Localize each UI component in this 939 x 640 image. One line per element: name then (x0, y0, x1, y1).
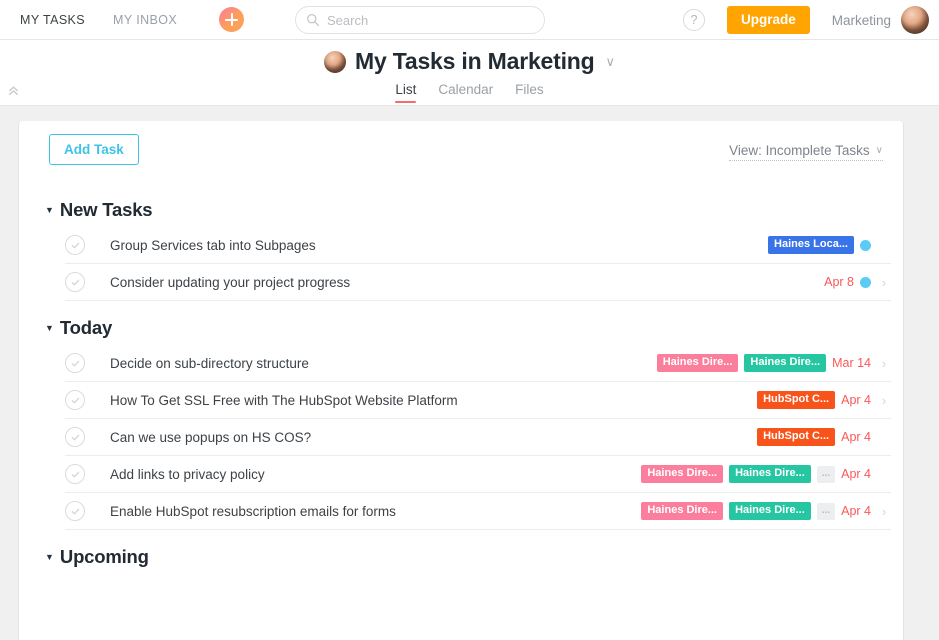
task-row-meta: Haines Loca...› (768, 227, 891, 263)
task-tag[interactable]: Haines Dire... (641, 465, 723, 483)
title-row: My Tasks in Marketing ∨ (0, 40, 939, 75)
search-box[interactable] (295, 6, 545, 34)
task-name: Group Services tab into Subpages (110, 238, 316, 253)
search-input[interactable] (327, 13, 522, 28)
section-title: New Tasks (60, 199, 152, 221)
user-avatar[interactable] (901, 6, 929, 34)
add-task-button[interactable]: Add Task (49, 134, 139, 165)
view-filter-dropdown[interactable]: View: Incomplete Tasks ∨ (729, 143, 883, 161)
topbar-right-group: ? Upgrade Marketing (683, 0, 929, 40)
task-name: Can we use popups on HS COS? (110, 430, 311, 445)
task-tag[interactable]: Haines Dire... (641, 502, 723, 520)
task-row-meta: Haines Dire...Haines Dire......Apr 4› (641, 456, 891, 492)
task-due-date[interactable]: Apr 4 (841, 430, 871, 444)
upgrade-button[interactable]: Upgrade (727, 6, 810, 34)
caret-down-icon: ▼ (45, 324, 54, 333)
section-title: Today (60, 317, 112, 339)
task-tag[interactable]: HubSpot C... (757, 391, 835, 409)
tab-calendar[interactable]: Calendar (438, 82, 493, 103)
task-status-dot-icon (860, 277, 871, 288)
task-row[interactable]: Decide on sub-directory structure Haines … (65, 345, 891, 382)
add-icon-button[interactable] (219, 7, 244, 32)
task-row[interactable]: How To Get SSL Free with The HubSpot Web… (65, 382, 891, 419)
top-navigation-bar: MY TASKS MY INBOX ? Upgrade Marketing (0, 0, 939, 40)
tab-list[interactable]: List (395, 82, 416, 103)
chevron-right-icon[interactable]: › (877, 504, 891, 519)
section-spacer (19, 301, 903, 311)
task-complete-checkbox[interactable] (65, 501, 85, 521)
task-due-date[interactable]: Mar 14 (832, 356, 871, 370)
task-due-date[interactable]: Apr 8 (824, 275, 854, 289)
task-row[interactable]: Group Services tab into Subpages Haines L… (65, 227, 891, 264)
section-header[interactable]: ▼ New Tasks (19, 193, 903, 227)
chevron-down-icon[interactable]: ∨ (606, 55, 616, 68)
page-title: My Tasks in Marketing (355, 48, 595, 75)
chevron-down-icon: ∨ (876, 145, 883, 156)
task-status-dot-icon (860, 240, 871, 251)
task-row[interactable]: Can we use popups on HS COS? HubSpot C...… (65, 419, 891, 456)
section-title: Upcoming (60, 546, 149, 568)
view-filter-label: View: Incomplete Tasks (729, 143, 870, 158)
task-complete-checkbox[interactable] (65, 427, 85, 447)
section-spacer (19, 530, 903, 540)
task-name: Consider updating your project progress (110, 275, 350, 290)
chevron-right-icon[interactable]: › (877, 356, 891, 371)
task-due-date[interactable]: Apr 4 (841, 393, 871, 407)
task-tag[interactable]: Haines Loca... (768, 236, 854, 254)
task-name: Decide on sub-directory structure (110, 356, 309, 371)
caret-down-icon: ▼ (45, 553, 54, 562)
task-row[interactable]: Consider updating your project progress A… (65, 264, 891, 301)
tag-overflow-badge[interactable]: ... (817, 466, 835, 483)
task-row-meta: HubSpot C...Apr 4› (757, 419, 891, 455)
tag-overflow-badge[interactable]: ... (817, 503, 835, 520)
task-complete-checkbox[interactable] (65, 235, 85, 255)
task-complete-checkbox[interactable] (65, 353, 85, 373)
task-list-card: Add Task View: Incomplete Tasks ∨ ▼ New T… (18, 121, 904, 640)
task-tag[interactable]: Haines Dire... (744, 354, 826, 372)
task-complete-checkbox[interactable] (65, 464, 85, 484)
nav-my-inbox[interactable]: MY INBOX (113, 13, 177, 27)
task-row-meta: Apr 8 › (824, 264, 891, 300)
view-tabs: List Calendar Files (0, 82, 939, 103)
task-tag[interactable]: HubSpot C... (757, 428, 835, 446)
task-name: How To Get SSL Free with The HubSpot Web… (110, 393, 458, 408)
section-spacer (19, 183, 903, 193)
sidebar-collapse-icon[interactable] (7, 84, 20, 99)
task-due-date[interactable]: Apr 4 (841, 504, 871, 518)
task-complete-checkbox[interactable] (65, 272, 85, 292)
task-row[interactable]: Enable HubSpot resubscription emails for… (65, 493, 891, 530)
task-name: Enable HubSpot resubscription emails for… (110, 504, 396, 519)
chevron-right-icon[interactable]: › (877, 393, 891, 408)
task-due-date[interactable]: Apr 4 (841, 467, 871, 481)
workspace-name: Marketing (832, 13, 891, 28)
chevron-right-icon[interactable]: › (877, 275, 891, 290)
tab-files[interactable]: Files (515, 82, 544, 103)
page-header: My Tasks in Marketing ∨ List Calendar Fi… (0, 40, 939, 106)
section-header[interactable]: ▼ Today (19, 311, 903, 345)
card-toolbar: Add Task View: Incomplete Tasks ∨ (19, 121, 903, 183)
task-row-meta: Haines Dire... Haines Dire... Mar 14 › (657, 345, 891, 381)
project-avatar (324, 51, 346, 73)
help-button[interactable]: ? (683, 9, 705, 31)
task-complete-checkbox[interactable] (65, 390, 85, 410)
nav-my-tasks[interactable]: MY TASKS (20, 13, 85, 27)
task-tag[interactable]: Haines Dire... (729, 502, 811, 520)
page-body: Add Task View: Incomplete Tasks ∨ ▼ New T… (0, 106, 939, 640)
caret-down-icon: ▼ (45, 206, 54, 215)
task-row[interactable]: Add links to privacy policy Haines Dire..… (65, 456, 891, 493)
task-row-meta: Haines Dire... Haines Dire...... Apr 4 › (641, 493, 891, 529)
task-tag[interactable]: Haines Dire... (657, 354, 739, 372)
task-name: Add links to privacy policy (110, 467, 265, 482)
task-tag[interactable]: Haines Dire... (729, 465, 811, 483)
task-sections: ▼ New Tasks Group Services tab into Subpag… (19, 183, 903, 574)
search-icon (306, 13, 320, 27)
section-header[interactable]: ▼ Upcoming (19, 540, 903, 574)
task-row-meta: HubSpot C... Apr 4 › (757, 382, 891, 418)
